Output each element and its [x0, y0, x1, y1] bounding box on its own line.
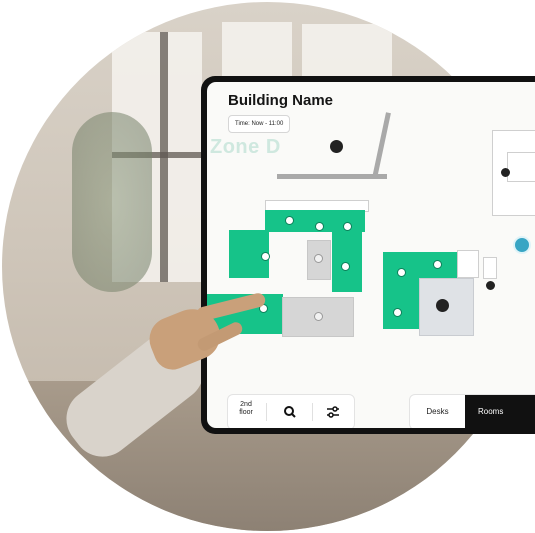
room-pin[interactable] — [314, 254, 323, 263]
divider — [266, 403, 267, 421]
wall — [372, 112, 391, 179]
floor-word: floor — [239, 409, 253, 416]
room-pin[interactable] — [393, 308, 402, 317]
zone-label: Zone D — [210, 136, 281, 158]
search-icon[interactable] — [282, 404, 298, 420]
room-pin[interactable] — [501, 168, 510, 177]
view-toggle: Desks Rooms — [409, 394, 535, 428]
room-pin[interactable] — [314, 312, 323, 321]
building-title: Building Name — [228, 92, 334, 109]
room-pin[interactable] — [433, 260, 442, 269]
room-outline — [483, 257, 497, 279]
blurred-plant — [72, 112, 152, 292]
rooms-tab[interactable]: Rooms — [465, 395, 535, 428]
sliders-icon[interactable] — [325, 404, 341, 420]
room-pin[interactable] — [343, 222, 352, 231]
divider — [312, 403, 313, 421]
room-pin[interactable] — [315, 222, 324, 231]
floor-selector-button[interactable]: 2nd floor — [234, 401, 258, 417]
room-outline — [457, 250, 479, 278]
tablet-device: Building Name Time: Now - 11:00 Zone D 2… — [201, 76, 535, 434]
room-pin[interactable] — [261, 252, 270, 261]
room-pin[interactable] — [341, 262, 350, 271]
desks-tab[interactable]: Desks — [410, 395, 465, 428]
room-pin[interactable] — [436, 299, 449, 312]
time-filter-chip[interactable]: Time: Now - 11:00 — [228, 115, 291, 133]
room-outline — [507, 152, 535, 182]
tablet-edge-detail — [201, 212, 205, 220]
tablet-screen: Building Name Time: Now - 11:00 Zone D 2… — [207, 82, 535, 428]
room-pin[interactable] — [285, 216, 294, 225]
room-available[interactable] — [383, 287, 419, 329]
room-pin[interactable] — [397, 268, 406, 277]
location-dot-icon[interactable] — [513, 236, 531, 254]
room-pin[interactable] — [486, 281, 495, 290]
map-toolbar: 2nd floor — [227, 394, 355, 428]
map-marker[interactable] — [330, 140, 343, 153]
floor-number: 2nd — [240, 401, 252, 408]
window-pane — [302, 24, 392, 84]
wall — [277, 174, 387, 179]
